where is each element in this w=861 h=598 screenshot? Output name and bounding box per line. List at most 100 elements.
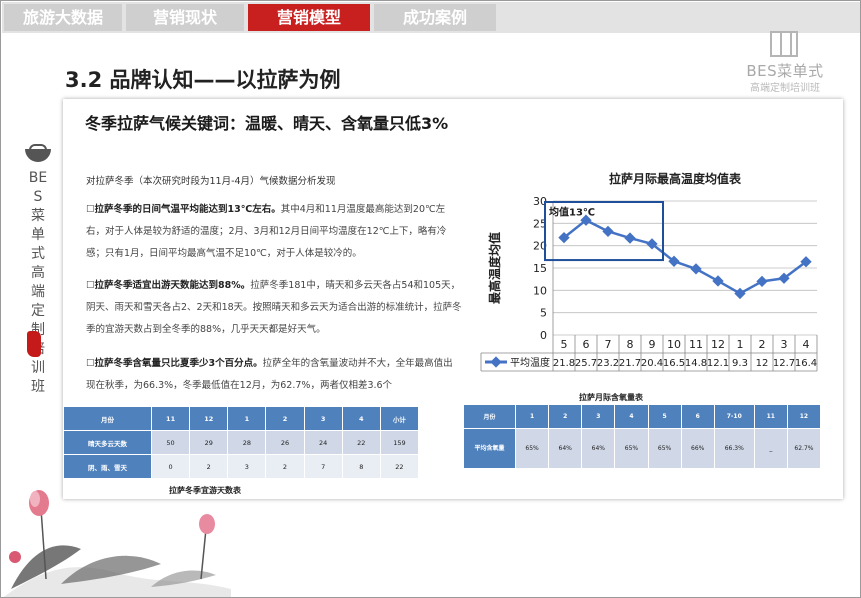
- table-cell: 7: [303, 454, 343, 479]
- paragraph-bold: 拉萨冬季的日间气温平均能达到13℃左右。: [94, 204, 281, 215]
- table-header-cell: 2: [265, 406, 305, 431]
- table-header-cell: 小计: [379, 406, 420, 431]
- table-header-cell: 12: [786, 404, 822, 429]
- checkbox-bullet-icon: ☐: [86, 204, 95, 215]
- table-cell: 62.7%: [786, 428, 822, 469]
- table-row-label: 晴天多云天数: [63, 430, 152, 455]
- travel-days-table: 月份 11 12 1 2 3 4 小计 晴天多云天数 50 29 28 26 2…: [63, 406, 420, 479]
- chart-point: [756, 275, 768, 288]
- checkbox-bullet-icon: ☐: [86, 358, 95, 369]
- chart-legend-label: 平均温度: [510, 356, 550, 369]
- temperature-line-chart: 拉萨月际最高温度均值表最高温度均值051015202530521.8625.77…: [480, 171, 818, 372]
- chart-xtick-label: 9: [649, 338, 656, 351]
- table-cell: 28: [227, 430, 267, 455]
- slide: 旅游大数据 营销现状 营销模型 成功案例 BES菜单式 高端定制培训班 BES菜…: [0, 0, 861, 598]
- chart-legend-marker: [490, 356, 502, 368]
- table-header-cell: 月份: [463, 404, 516, 429]
- table-cell: 65%: [514, 428, 550, 469]
- tab-tourism-data[interactable]: 旅游大数据: [4, 4, 122, 31]
- chart-ytick-label: 10: [533, 284, 547, 297]
- table-row: 晴天多云天数 50 29 28 26 24 22 159: [63, 430, 420, 455]
- chart-ytick-label: 5: [540, 307, 547, 320]
- chart-data-label: 9.3: [732, 358, 748, 369]
- bowl-logo-icon: [23, 142, 53, 164]
- sidebar-vertical-text: BES菜单式高端定制培训班: [28, 170, 48, 395]
- chart-xtick-label: 10: [667, 338, 681, 351]
- table-header-cell: 12: [189, 406, 229, 431]
- table-cell: 66.3%: [713, 428, 755, 469]
- panel-subtitle: 冬季拉萨气候关键词：温暖、晴天、含氧量只低3%: [85, 114, 449, 133]
- table-cell: 65%: [614, 428, 649, 469]
- table-header-cell: 2: [548, 404, 583, 429]
- red-seal-icon: [27, 331, 41, 357]
- table-cell: 26: [265, 430, 305, 455]
- table-cell: 66%: [680, 428, 715, 469]
- chart-title: 拉萨月际最高温度均值表: [609, 171, 742, 186]
- chart-data-label: 21.8: [553, 358, 575, 369]
- chart-data-label: 21.7: [619, 358, 641, 369]
- tab-success-cases[interactable]: 成功案例: [374, 4, 496, 31]
- table-header-cell: 7-10: [713, 404, 755, 429]
- chart-data-label: 12.7: [773, 358, 795, 369]
- table-header-cell: 6: [680, 404, 715, 429]
- table-cell: 50: [150, 430, 191, 455]
- table-header-cell: 4: [614, 404, 649, 429]
- table-caption: 拉萨冬季宜游天数表: [169, 486, 241, 495]
- chart-xtick-label: 5: [561, 338, 568, 351]
- chart-data-label: 16.4: [795, 358, 817, 369]
- table-caption: 拉萨月际含氧量表: [579, 393, 643, 402]
- paragraph-travel-days: ☐拉萨冬季适宜出游天数能达到88%。拉萨冬季181中，晴天和多云天各占54和10…: [86, 275, 462, 341]
- table-header-cell: 3: [303, 406, 343, 431]
- oxygen-table: 月份 1 2 3 4 5 6 7-10 11 12 平均含氧量 65% 64% …: [463, 404, 822, 469]
- chart-ytick-label: 0: [540, 329, 547, 342]
- table-cell: 8: [341, 454, 381, 479]
- table-row: 平均含氧量 65% 64% 64% 65% 65% 66% 66.3% _ 62…: [463, 428, 822, 469]
- table-cell: 22: [379, 454, 420, 479]
- chart-xtick-label: 4: [803, 338, 810, 351]
- chart-point: [712, 275, 724, 287]
- table-header-cell: 1: [227, 406, 267, 431]
- chart-data-label: 23.2: [597, 358, 619, 369]
- chart-annotation: 均值13℃: [549, 205, 595, 218]
- chart-data-label: 14.8: [685, 358, 707, 369]
- chart-xtick-label: 11: [689, 338, 703, 351]
- intro-text: 对拉萨冬季（本次研究时段为11月-4月）气候数据分析发现: [86, 176, 336, 187]
- chart-xtick-label: 3: [781, 338, 788, 351]
- chart-xtick-label: 12: [711, 338, 725, 351]
- table-cell: _: [753, 428, 788, 469]
- table-header-cell: 3: [581, 404, 616, 429]
- table-cell: 29: [189, 430, 229, 455]
- chart-xtick-label: 6: [583, 338, 590, 351]
- table-cell: 0: [150, 454, 191, 479]
- paragraph-oxygen: ☐拉萨冬季含氧量只比夏季少3个百分点。拉萨全年的含氧量波动并不大，全年最高值出现…: [86, 353, 462, 397]
- chart-point: [602, 225, 614, 238]
- table-cell: 22: [341, 430, 381, 455]
- chart-ytick-label: 15: [533, 262, 547, 275]
- table-header-cell: 5: [647, 404, 682, 429]
- chart-data-label: 25.7: [575, 358, 597, 369]
- brand-subtitle: 高端定制培训班: [750, 83, 820, 94]
- chart-xtick-label: 2: [759, 338, 766, 351]
- brand-mark-icon: [770, 31, 798, 57]
- brand-logo: BES菜单式 高端定制培训班: [730, 29, 840, 95]
- table-row: 阴、雨、雪天 0 2 3 2 7 8 22: [63, 454, 420, 479]
- table-row-label: 平均含氧量: [463, 428, 516, 469]
- chart-xtick-label: 8: [627, 338, 634, 351]
- table-cell: 2: [189, 454, 229, 479]
- chart-data-label: 12: [756, 358, 769, 369]
- paragraph-bold: 拉萨冬季适宜出游天数能达到88%。: [94, 280, 251, 291]
- table-header-cell: 1: [514, 404, 550, 429]
- chart-point: [624, 232, 636, 244]
- chart-data-label: 20.4: [641, 358, 663, 369]
- table-cell: 3: [227, 454, 267, 479]
- paragraph-bold: 拉萨冬季含氧量只比夏季少3个百分点。: [94, 358, 263, 369]
- table-cell: 64%: [548, 428, 583, 469]
- table-header-row: 月份 11 12 1 2 3 4 小计: [63, 406, 420, 431]
- page-title: 3.2 品牌认知——以拉萨为例: [65, 68, 341, 92]
- checkbox-bullet-icon: ☐: [86, 280, 95, 291]
- table-header-cell: 月份: [63, 406, 152, 431]
- tab-marketing-status[interactable]: 营销现状: [126, 4, 244, 31]
- tab-marketing-model[interactable]: 营销模型: [248, 4, 370, 31]
- table-header-cell: 11: [753, 404, 788, 429]
- table-cell: 24: [303, 430, 343, 455]
